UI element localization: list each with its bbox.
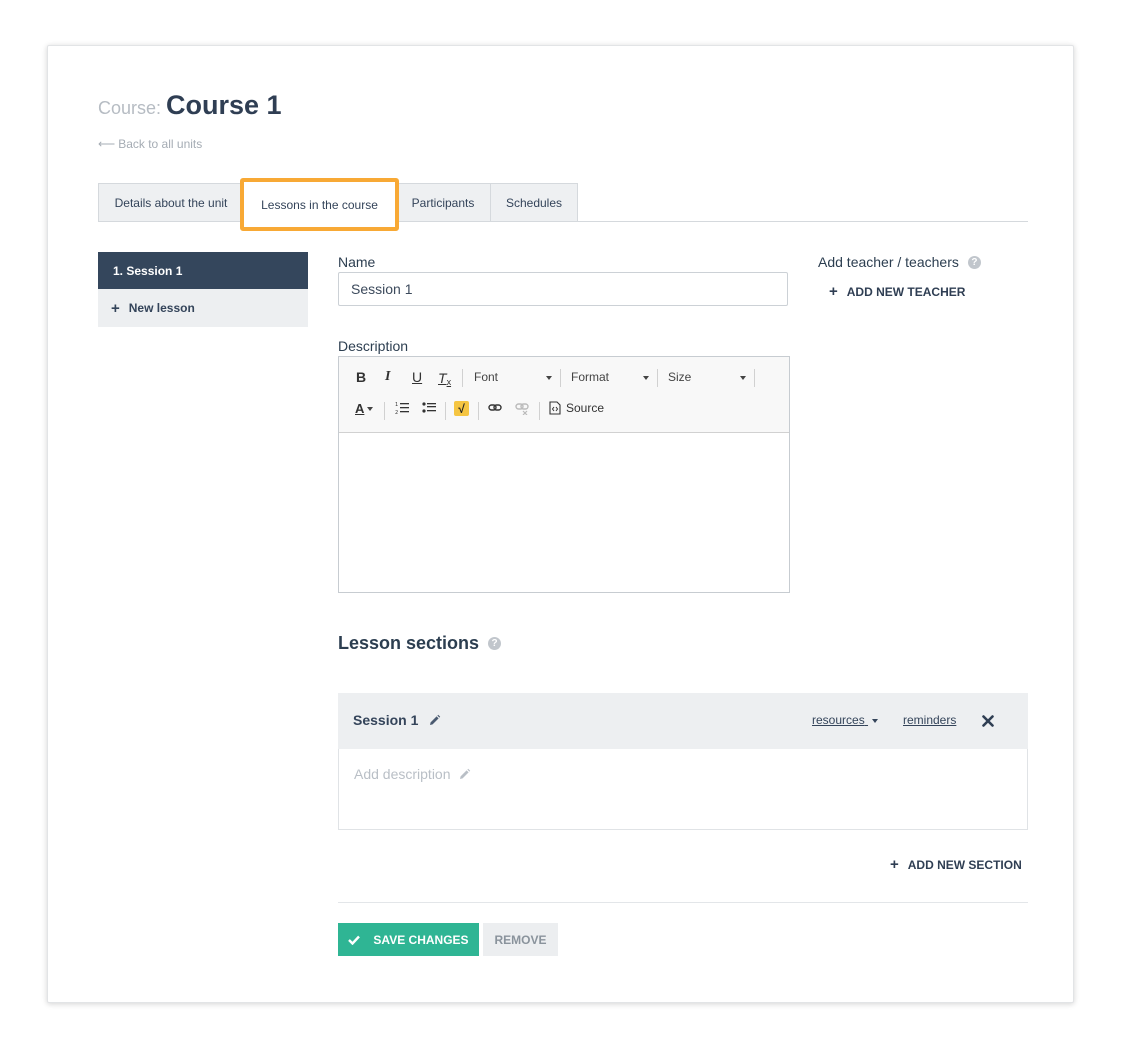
caret-down-icon [643,376,649,380]
course-prefix: Course: [98,98,162,118]
tab-details[interactable]: Details about the unit [98,183,244,222]
arrow-left-icon: ⟵ [98,137,116,151]
source-label: Source [566,401,605,415]
plus-icon: + [890,856,899,873]
reminders-link[interactable]: reminders [903,713,956,727]
lesson-sections-heading: Lesson sections [338,633,480,653]
save-changes-button[interactable]: SAVE CHANGES [338,923,479,956]
bold-button[interactable]: B [356,369,366,385]
numbered-list-button[interactable]: 1 2 [395,401,409,415]
square-root-icon: √ [454,401,469,416]
link-button[interactable] [488,401,502,415]
sidebar-item-session-1[interactable]: 1. Session 1 [98,252,308,289]
underline-button[interactable]: U [412,369,422,385]
name-input[interactable] [338,272,788,306]
save-changes-label: SAVE CHANGES [373,932,469,947]
caret-down-icon [740,376,746,380]
course-title: Course 1 [166,90,282,120]
checkmark-icon [348,935,361,945]
lesson-sections-title: Lesson sections ? [338,633,502,654]
source-button[interactable]: Source [549,401,604,415]
close-icon[interactable] [982,715,994,727]
editor-content-area[interactable] [339,433,789,592]
add-teacher-label: ADD NEW TEACHER [846,284,966,299]
format-select[interactable]: Format [571,369,649,385]
new-lesson-label: New lesson [128,301,195,315]
pencil-icon[interactable] [428,714,441,727]
back-link-label: Back to all units [118,137,203,151]
font-select-label: Font [474,370,499,384]
plus-icon: + [111,299,120,317]
source-icon [549,401,561,415]
description-label: Description [338,338,409,354]
remove-format-icon: T [438,370,447,386]
plus-icon: + [829,283,838,300]
add-section-label: ADD NEW SECTION [907,857,1022,872]
toolbar-separator [560,369,561,387]
link-icon [488,404,502,411]
resources-label: resources [812,713,865,727]
name-label: Name [338,254,376,270]
add-teacher-button[interactable]: + ADD NEW TEACHER [829,284,965,299]
size-select-label: Size [668,370,692,384]
resources-dropdown[interactable]: resources [812,713,879,727]
unlink-icon [515,403,529,415]
caret-down-icon [872,718,879,723]
format-select-label: Format [571,370,610,384]
toolbar-separator [462,369,463,387]
svg-text:1: 1 [395,402,398,408]
math-button[interactable]: √ [454,401,469,416]
section-name: Session 1 [353,712,441,728]
tab-schedules[interactable]: Schedules [490,183,578,222]
add-description-label: Add description [354,766,451,782]
add-section-button[interactable]: + ADD NEW SECTION [890,857,1022,872]
size-select[interactable]: Size [668,369,746,385]
pencil-icon [459,768,470,779]
bullet-list-icon [422,402,436,413]
italic-button[interactable]: I [385,369,390,385]
add-description-button[interactable]: Add description [354,766,471,782]
font-select[interactable]: Font [474,369,552,385]
unlink-button[interactable] [515,401,529,415]
footer-divider [338,902,1028,903]
teacher-label: Add teacher / teachers ? [818,254,981,270]
svg-text:2: 2 [395,410,398,415]
toolbar-separator [754,369,755,387]
numbered-list-icon: 1 2 [395,402,409,415]
text-color-icon: A [355,401,365,416]
bullet-list-button[interactable] [422,401,436,415]
editor-toolbar: B I U Tx Font Format Size A 1 2 √ Source [339,357,789,433]
help-icon[interactable]: ? [488,637,502,650]
section-header: Session 1 resources reminders [338,693,1028,749]
toolbar-separator [384,402,385,420]
back-link[interactable]: ⟵ Back to all units [98,137,202,151]
toolbar-separator [478,402,479,420]
section-name-text: Session 1 [353,712,419,728]
rich-text-editor: B I U Tx Font Format Size A 1 2 √ Source [338,356,790,593]
new-lesson-button[interactable]: + New lesson [98,289,308,327]
section-body: Add description [338,749,1028,830]
teacher-label-text: Add teacher / teachers [818,254,959,270]
caret-down-icon [367,406,374,411]
tab-lessons[interactable]: Lessons in the course [240,178,399,231]
caret-down-icon [546,376,552,380]
text-color-button[interactable]: A [355,401,374,416]
toolbar-separator [539,402,540,420]
remove-button[interactable]: REMOVE [483,923,558,956]
page-title: Course: Course 1 [98,90,282,121]
remove-format-button[interactable]: Tx [438,369,451,387]
toolbar-separator [445,402,446,420]
toolbar-separator [657,369,658,387]
tab-participants[interactable]: Participants [395,183,491,222]
help-icon[interactable]: ? [967,255,981,269]
